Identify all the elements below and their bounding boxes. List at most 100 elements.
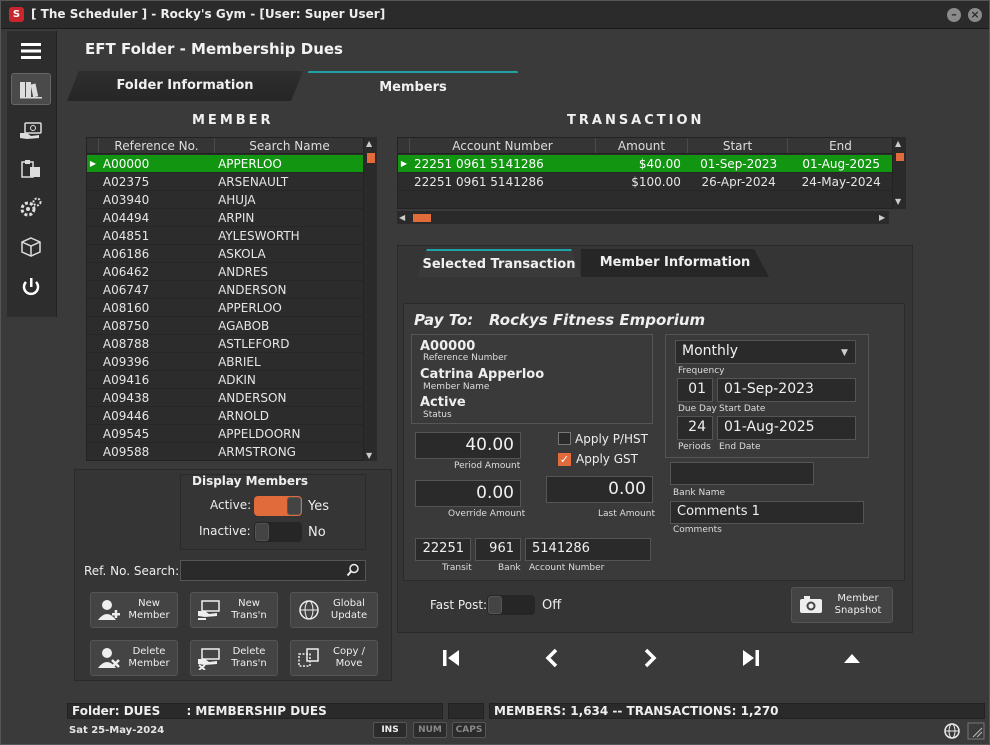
- col-end[interactable]: End: [788, 138, 892, 153]
- member-scrollbar[interactable]: ▲ ▼: [364, 137, 377, 461]
- member-row[interactable]: A06462 ANDRES: [87, 263, 363, 281]
- active-toggle[interactable]: [254, 496, 302, 516]
- transaction-vscrollbar[interactable]: ▲ ▼: [893, 137, 906, 209]
- override-amount-input[interactable]: 0.00: [415, 480, 521, 507]
- frequency-select[interactable]: Monthly: [675, 340, 856, 364]
- inactive-toggle[interactable]: [254, 522, 302, 542]
- member-row[interactable]: A09545 APPELDOORN: [87, 425, 363, 443]
- global-update-button[interactable]: Global Update: [290, 592, 378, 628]
- fast-post-label: Fast Post:: [430, 598, 488, 612]
- member-row[interactable]: A08788 ASTLEFORD: [87, 335, 363, 353]
- transit-input[interactable]: 22251: [415, 538, 471, 561]
- folders-icon[interactable]: [11, 73, 51, 105]
- member-name-cell: ASKOLA: [218, 247, 266, 261]
- tab-member-information[interactable]: Member Information: [581, 249, 769, 277]
- col-account-number[interactable]: Account Number: [410, 138, 596, 153]
- search-icon[interactable]: [346, 563, 360, 580]
- inactive-value: No: [308, 525, 326, 540]
- account-number-input[interactable]: 5141286: [525, 538, 651, 561]
- scroll-down-icon[interactable]: ▼: [366, 451, 372, 460]
- member-row[interactable]: A03940 AHUJA: [87, 191, 363, 209]
- member-row[interactable]: ▶ A00000 APPERLOO: [87, 155, 363, 173]
- fast-post-toggle[interactable]: [487, 595, 535, 615]
- minimize-button[interactable]: –: [947, 8, 961, 22]
- period-amount-input[interactable]: 40.00: [415, 432, 521, 459]
- clipboard-icon[interactable]: [11, 153, 51, 185]
- package-icon[interactable]: [11, 231, 51, 263]
- member-row[interactable]: A04851 AYLESWORTH: [87, 227, 363, 245]
- member-row[interactable]: A08750 AGABOB: [87, 317, 363, 335]
- member-row[interactable]: A09446 ARNOLD: [87, 407, 363, 425]
- next-record-icon[interactable]: [643, 647, 659, 675]
- bank-name-input[interactable]: [670, 462, 814, 485]
- tab-selected-transaction[interactable]: Selected Transaction: [417, 249, 581, 277]
- globe-icon[interactable]: [943, 722, 961, 743]
- scroll-up-icon[interactable]: ▲: [366, 139, 372, 148]
- member-row[interactable]: A09588 ARMSTRONG: [87, 443, 363, 460]
- member-row[interactable]: A04494 ARPIN: [87, 209, 363, 227]
- col-search-name[interactable]: Search Name: [215, 138, 363, 153]
- transaction-grid[interactable]: Account Number Amount Start End ▶ 22251 0…: [397, 137, 893, 209]
- scroll-to-top-icon[interactable]: [843, 647, 861, 675]
- last-record-icon[interactable]: [741, 647, 761, 675]
- scroll-thumb[interactable]: [367, 153, 375, 163]
- scroll-thumb[interactable]: [896, 153, 904, 161]
- scroll-down-icon[interactable]: ▼: [895, 197, 901, 206]
- bank-caption: Bank: [498, 563, 521, 573]
- col-reference-no[interactable]: Reference No.: [99, 138, 215, 153]
- pay-to-label: Pay To:: [414, 311, 474, 329]
- member-row[interactable]: A08160 APPERLOO: [87, 299, 363, 317]
- member-name-cell: APPERLOO: [218, 301, 282, 315]
- transaction-row[interactable]: ▶ 22251 0961 5141286 $40.00 01-Sep-2023 01-A…: [398, 155, 892, 173]
- power-icon[interactable]: [11, 271, 51, 303]
- payment-icon[interactable]: [11, 115, 51, 147]
- member-snapshot-button[interactable]: Member Snapshot: [791, 587, 893, 623]
- last-amount-input[interactable]: 0.00: [546, 476, 653, 503]
- settings-gears-icon[interactable]: [11, 191, 51, 223]
- app-window: S [ The Scheduler ] - Rocky's Gym - [Use…: [0, 0, 990, 745]
- menu-icon[interactable]: [11, 35, 51, 67]
- row-indicator: [398, 173, 410, 190]
- comments-input[interactable]: Comments 1: [670, 501, 864, 524]
- member-grid[interactable]: Reference No. Search Name ▶ A00000 APPERLO…: [86, 137, 364, 461]
- member-row[interactable]: A06747 ANDERSON: [87, 281, 363, 299]
- end-date-input[interactable]: 01-Aug-2025: [717, 416, 856, 440]
- member-row[interactable]: A02375 ARSENAULT: [87, 173, 363, 191]
- member-row[interactable]: A09416 ADKIN: [87, 371, 363, 389]
- transaction-hscrollbar[interactable]: ◀ ▶: [397, 211, 889, 224]
- start-date-input[interactable]: 01-Sep-2023: [717, 378, 856, 402]
- first-record-icon[interactable]: [441, 647, 461, 675]
- delete-member-button[interactable]: Delete Member: [90, 640, 178, 676]
- scroll-right-icon[interactable]: ▶: [879, 213, 885, 222]
- periods-input[interactable]: 24: [677, 416, 713, 440]
- col-start[interactable]: Start: [688, 138, 788, 153]
- col-amount[interactable]: Amount: [596, 138, 688, 153]
- apply-gst-checkbox[interactable]: ✓: [558, 453, 571, 466]
- member-name-cell: ASTLEFORD: [218, 337, 290, 351]
- app-icon: S: [9, 7, 24, 22]
- ref-search-input[interactable]: [180, 560, 366, 581]
- transaction-grid-header: Account Number Amount Start End: [398, 138, 892, 154]
- tab-folder-information[interactable]: Folder Information: [67, 71, 303, 101]
- copy-move-button[interactable]: Copy / Move: [290, 640, 378, 676]
- transaction-row[interactable]: 22251 0961 5141286 $100.00 26-Apr-2024 24-M…: [398, 173, 892, 191]
- member-row[interactable]: A09438 ANDERSON: [87, 389, 363, 407]
- copy-icon: [298, 648, 319, 667]
- row-indicator: [87, 227, 99, 244]
- scroll-thumb[interactable]: [413, 214, 431, 222]
- due-day-input[interactable]: 01: [677, 378, 713, 402]
- scroll-left-icon[interactable]: ◀: [399, 213, 405, 222]
- member-row[interactable]: A06186 ASKOLA: [87, 245, 363, 263]
- delete-transaction-button[interactable]: Delete Trans'n: [190, 640, 278, 676]
- tab-members[interactable]: Members: [297, 71, 529, 101]
- previous-record-icon[interactable]: [543, 647, 559, 675]
- member-row[interactable]: A09396 ABRIEL: [87, 353, 363, 371]
- new-member-button[interactable]: New Member: [90, 592, 178, 628]
- bank-input[interactable]: 961: [475, 538, 521, 561]
- resize-grip-icon[interactable]: [967, 722, 985, 743]
- close-button[interactable]: ×: [968, 8, 982, 22]
- new-transaction-button[interactable]: New Trans'n: [190, 592, 278, 628]
- chevron-down-icon[interactable]: ▼: [841, 348, 848, 358]
- scroll-up-icon[interactable]: ▲: [895, 139, 901, 148]
- apply-phst-checkbox[interactable]: [558, 432, 571, 445]
